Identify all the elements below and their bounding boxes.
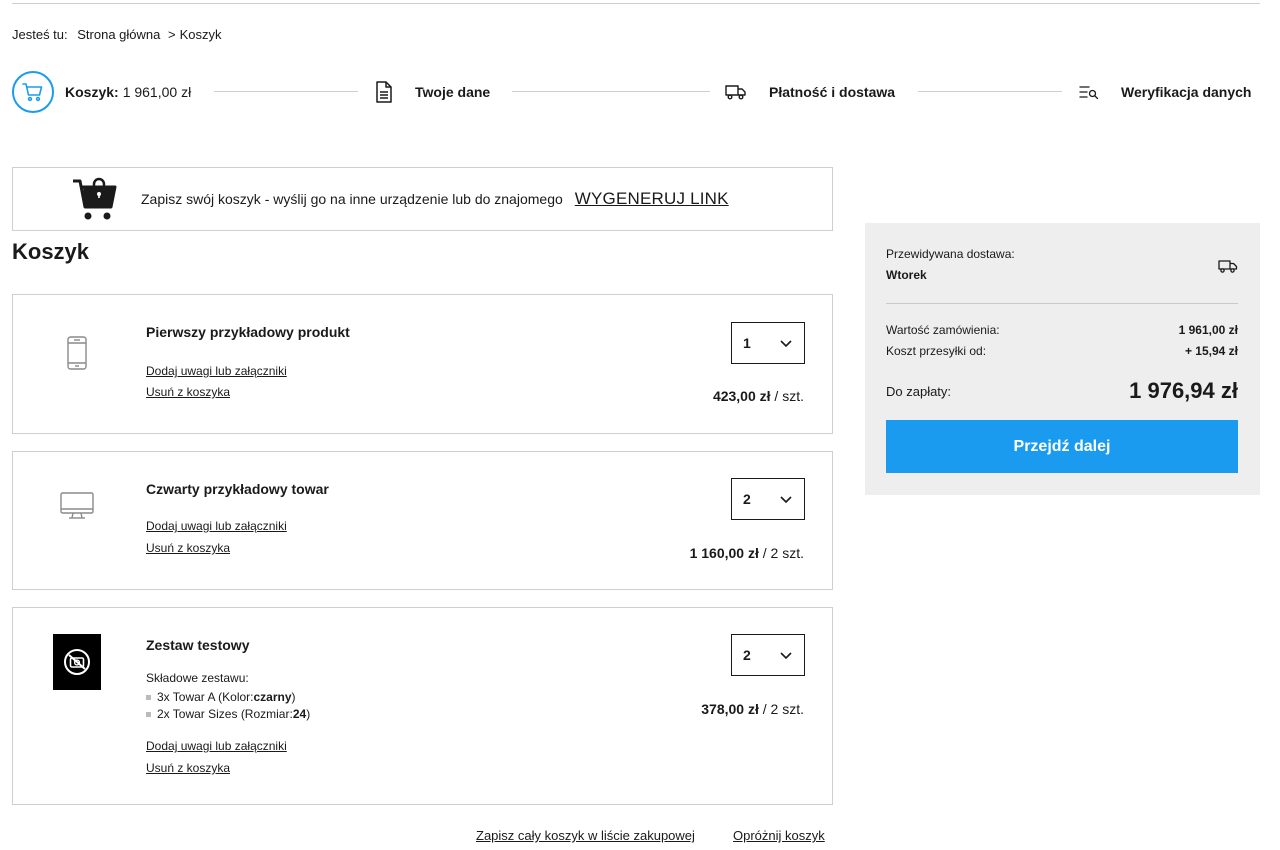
set-components-label: Składowe zestawu: — [146, 671, 249, 685]
total-label: Do zapłaty: — [886, 383, 952, 399]
empty-cart-link[interactable]: Opróżnij koszyk — [733, 828, 825, 843]
step-payment-label: Płatność i dostawa — [769, 84, 896, 100]
order-value-row: Wartość zamówienia: 1 961,00 zł — [886, 323, 1238, 337]
step-connector — [918, 91, 1062, 92]
quantity-select[interactable]: 1 — [731, 322, 805, 364]
breadcrumb-prefix: Jesteś tu: — [12, 27, 68, 42]
total-value: 1 976,94 zł — [1129, 378, 1238, 403]
set-component: 3x Towar A (Kolor: czarny) — [146, 690, 296, 704]
item-price: 423,00 zł / szt. — [713, 388, 804, 404]
item-price-value: 423,00 zł — [712, 388, 771, 404]
step-verification: Weryfikacja danych — [1079, 70, 1251, 114]
chevron-down-icon — [780, 335, 792, 351]
summary-divider — [886, 303, 1238, 304]
quantity-value: 1 — [743, 335, 751, 351]
truck-icon — [725, 84, 747, 100]
add-notes-link[interactable]: Dodaj uwagi lub załączniki — [146, 739, 287, 753]
no-photo-icon — [53, 634, 101, 690]
step-payment-delivery: Płatność i dostawa — [725, 70, 895, 114]
component-end: ) — [291, 690, 296, 704]
item-price: 1 160,00 zł / 2 szt. — [690, 545, 804, 561]
chevron-down-icon — [780, 491, 792, 507]
proceed-button[interactable]: Przejdź dalej — [886, 420, 1238, 473]
component-text: 2x Towar Sizes (Rozmiar: — [157, 707, 293, 721]
order-value-label: Wartość zamówienia: — [886, 323, 1000, 337]
document-icon — [375, 81, 393, 103]
generate-link-button[interactable]: WYGENERUJ LINK — [575, 189, 729, 209]
item-price-unit: / 2 szt. — [758, 545, 804, 561]
remove-item-link[interactable]: Usuń z koszyka — [146, 385, 230, 399]
checkout-steps: Koszyk: 1 961,00 zł Twoje dane Płatność — [12, 70, 1260, 114]
order-summary: Przewidywana dostawa: Wtorek Wartość zam… — [865, 223, 1260, 495]
add-notes-link[interactable]: Dodaj uwagi lub załączniki — [146, 519, 287, 533]
shipping-row: Koszt przesyłki od: + 15,94 zł — [886, 344, 1238, 358]
component-variant: 24 — [292, 707, 307, 721]
step-connector — [512, 91, 710, 92]
item-price-unit: / 2 szt. — [758, 701, 804, 717]
bullet — [146, 711, 151, 717]
chevron-down-icon — [780, 647, 792, 663]
breadcrumb: Jesteś tu: Strona główna > Koszyk — [12, 27, 228, 42]
remove-item-link[interactable]: Usuń z koszyka — [146, 761, 230, 775]
page-title: Koszyk — [12, 239, 90, 264]
step-cart-value: 1 961,00 zł — [122, 84, 192, 100]
step-your-data: Twoje dane — [375, 70, 490, 114]
remove-item-link[interactable]: Usuń z koszyka — [146, 541, 230, 555]
quantity-value: 2 — [743, 647, 751, 663]
cart-item: Zestaw testowy Składowe zestawu: 3x Towa… — [12, 607, 833, 805]
cart-item: Czwarty przykładowy towar Dodaj uwagi lu… — [12, 451, 833, 590]
breadcrumb-current: Koszyk — [179, 27, 222, 42]
total-row: Do zapłaty: 1 976,94 zł — [886, 378, 1238, 404]
save-to-shopping-list-link[interactable]: Zapisz cały koszyk w liście zakupowej — [476, 828, 695, 843]
bullet — [146, 694, 151, 700]
monitor-icon — [53, 478, 101, 534]
delivery-label-row: Przewidywana dostawa: — [886, 247, 1238, 261]
step-your-data-label: Twoje dane — [415, 84, 491, 100]
add-notes-link[interactable]: Dodaj uwagi lub załączniki — [146, 364, 287, 378]
item-price-unit: / szt. — [770, 388, 804, 404]
cart-step-icon — [12, 71, 54, 113]
smartphone-icon — [53, 325, 101, 381]
quantity-value: 2 — [743, 491, 751, 507]
order-value: 1 961,00 zł — [1178, 323, 1238, 337]
quantity-select[interactable]: 2 — [731, 634, 805, 676]
shipping-label: Koszt przesyłki od: — [886, 344, 987, 358]
item-price: 378,00 zł / 2 szt. — [701, 701, 804, 717]
cart-item: Pierwszy przykładowy produkt Dodaj uwagi… — [12, 294, 833, 434]
breadcrumb-home-link[interactable]: Strona główna — [77, 27, 160, 42]
top-divider — [12, 3, 1260, 4]
item-name[interactable]: Pierwszy przykładowy produkt — [146, 324, 350, 340]
save-cart-banner: Zapisz swój koszyk - wyślij go na inne u… — [12, 167, 833, 231]
list-search-icon — [1079, 84, 1099, 100]
quantity-select[interactable]: 2 — [731, 478, 805, 520]
component-text: 3x Towar A (Kolor: — [157, 690, 254, 704]
item-price-value: 1 160,00 zł — [689, 545, 759, 561]
component-end: ) — [306, 707, 311, 721]
step-cart[interactable]: Koszyk: 1 961,00 zł — [12, 70, 191, 114]
set-component: 2x Towar Sizes (Rozmiar: 24) — [146, 707, 310, 721]
delivery-day-row: Wtorek — [886, 259, 1238, 282]
delivery-label: Przewidywana dostawa: — [886, 247, 1015, 261]
locked-cart-icon — [71, 175, 119, 223]
delivery-day: Wtorek — [886, 268, 927, 282]
breadcrumb-separator: > — [168, 27, 176, 42]
step-connector — [214, 91, 358, 92]
step-verification-label: Weryfikacja danych — [1121, 84, 1252, 100]
component-variant: czarny — [253, 690, 292, 704]
truck-icon — [1218, 259, 1238, 276]
item-price-value: 378,00 zł — [701, 701, 759, 717]
item-name[interactable]: Czwarty przykładowy towar — [146, 481, 329, 497]
step-cart-label: Koszyk: — [65, 84, 119, 100]
shipping-value: + 15,94 zł — [1184, 344, 1238, 358]
item-name[interactable]: Zestaw testowy — [146, 637, 249, 653]
save-cart-text: Zapisz swój koszyk - wyślij go na inne u… — [141, 191, 563, 207]
